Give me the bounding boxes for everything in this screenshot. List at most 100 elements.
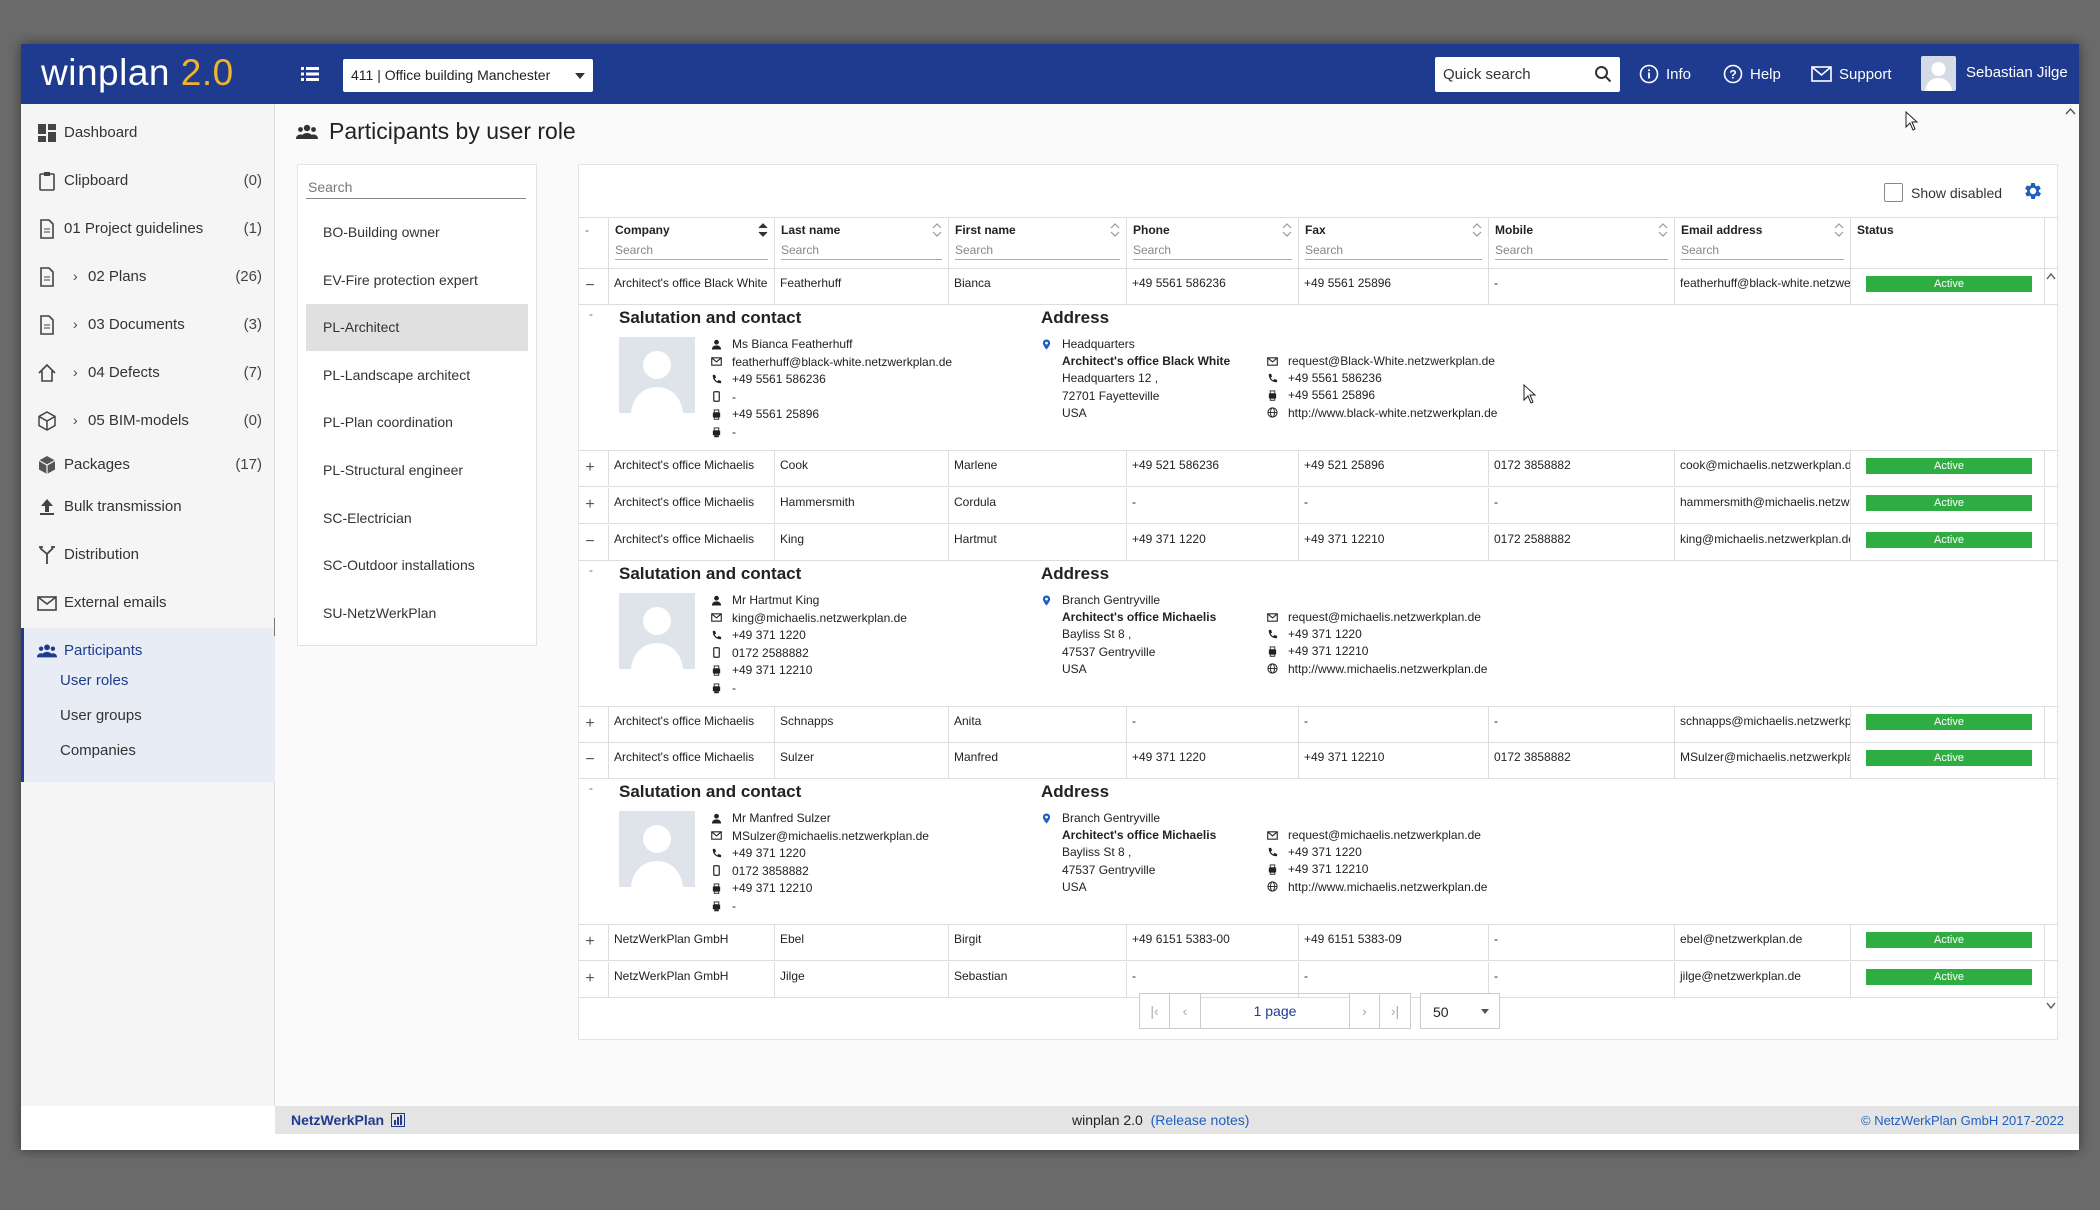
expand-row-button[interactable]: + bbox=[583, 496, 597, 514]
show-disabled-checkbox[interactable] bbox=[1884, 183, 1903, 202]
sort-icon[interactable] bbox=[932, 222, 942, 238]
list-menu-icon[interactable] bbox=[298, 62, 322, 86]
contact-line-text[interactable]: king@michaelis.netzwerkplan.de bbox=[732, 611, 907, 625]
support-button[interactable]: Support bbox=[1811, 62, 1892, 86]
avatar[interactable] bbox=[1921, 56, 1956, 91]
role-search-input[interactable]: Search bbox=[306, 173, 526, 199]
comm-line-text[interactable]: request@michaelis.netzwerkplan.de bbox=[1288, 828, 1481, 842]
column-header-first[interactable]: First name Search bbox=[949, 218, 1127, 270]
sidebar-item-external-emails[interactable]: External emails bbox=[21, 582, 275, 622]
detail-collapse-marker[interactable]: - bbox=[589, 781, 593, 795]
footer-brand[interactable]: NetzWerkPlan bbox=[291, 1112, 405, 1128]
table-row[interactable]: − Architect's office Michaelis Sulzer Manfr… bbox=[579, 743, 2057, 779]
contact-line-text[interactable]: featherhuff@black-white.netzwerkplan.de bbox=[732, 355, 952, 369]
sidebar-item-distribution[interactable]: Distribution bbox=[21, 534, 275, 574]
column-header-phone[interactable]: Phone Search bbox=[1127, 218, 1299, 270]
sidebar-item-project-guidelines[interactable]: 01 Project guidelines (1) bbox=[21, 208, 275, 248]
table-row[interactable]: + Architect's office Michaelis Schnapps Ani… bbox=[579, 707, 2057, 743]
table-scrollbar[interactable] bbox=[2045, 269, 2057, 1013]
sidebar-item-packages[interactable]: Packages (17) bbox=[21, 444, 275, 484]
column-header-mobile[interactable]: Mobile Search bbox=[1489, 218, 1675, 270]
column-search-input[interactable]: Search bbox=[1305, 243, 1482, 260]
chevron-right-icon[interactable]: › bbox=[73, 412, 78, 428]
column-header-company[interactable]: Company Search bbox=[609, 218, 775, 270]
gear-icon[interactable] bbox=[2022, 180, 2044, 202]
sort-icon[interactable] bbox=[1282, 222, 1292, 238]
role-item[interactable]: PL-Landscape architect bbox=[306, 352, 528, 399]
role-item[interactable]: SC-Outdoor installations bbox=[306, 542, 528, 589]
comm-line-text[interactable]: http://www.michaelis.netzwerkplan.de bbox=[1288, 662, 1487, 676]
expand-row-button[interactable]: + bbox=[583, 970, 597, 988]
sidebar-subitem-companies[interactable]: Companies bbox=[60, 742, 136, 759]
role-item[interactable]: PL-Plan coordination bbox=[306, 399, 528, 446]
role-item[interactable]: EV-Fire protection expert bbox=[306, 257, 528, 304]
sort-icon[interactable] bbox=[1110, 222, 1120, 238]
detail-collapse-marker[interactable]: - bbox=[589, 307, 593, 321]
table-row[interactable]: − Architect's office Black White Featherhu… bbox=[579, 269, 2057, 305]
page-size-select[interactable]: 50 bbox=[1420, 993, 1500, 1029]
expand-row-button[interactable]: + bbox=[583, 933, 597, 951]
sort-icon[interactable] bbox=[1472, 222, 1482, 238]
expand-row-button[interactable]: + bbox=[583, 715, 597, 733]
role-item[interactable]: PL-Structural engineer bbox=[306, 447, 528, 494]
collapse-row-button[interactable]: − bbox=[583, 277, 597, 295]
sort-icon[interactable] bbox=[1834, 222, 1844, 238]
column-search-input[interactable]: Search bbox=[1495, 243, 1668, 260]
contact-line-text[interactable]: MSulzer@michaelis.netzwerkplan.de bbox=[732, 829, 929, 843]
last-page-button[interactable]: ›| bbox=[1380, 993, 1411, 1029]
app-logo[interactable]: winplan 2.0 bbox=[41, 52, 234, 94]
quick-search-input[interactable]: Quick search bbox=[1435, 57, 1620, 92]
role-item[interactable]: BO-Building owner bbox=[306, 209, 528, 256]
sidebar-item-bulk-transmission[interactable]: Bulk transmission bbox=[21, 486, 275, 526]
sidebar-item-defects[interactable]: › 04 Defects (7) bbox=[21, 352, 275, 392]
help-button[interactable]: ? Help bbox=[1723, 62, 1781, 86]
table-row[interactable]: + NetzWerkPlan GmbH Ebel Birgit +49 6151 538… bbox=[579, 925, 2057, 961]
user-name[interactable]: Sebastian Jilge bbox=[1966, 64, 2068, 81]
first-page-button[interactable]: |‹ bbox=[1139, 993, 1170, 1029]
column-header-fax[interactable]: Fax Search bbox=[1299, 218, 1489, 270]
sort-icon[interactable] bbox=[1658, 222, 1668, 238]
sidebar-subitem-user-groups[interactable]: User groups bbox=[60, 707, 142, 724]
prev-page-button[interactable]: ‹ bbox=[1170, 993, 1201, 1029]
table-row[interactable]: − Architect's office Michaelis King Hartmut… bbox=[579, 525, 2057, 561]
role-item[interactable]: PL-Architect bbox=[306, 304, 528, 352]
column-header-email[interactable]: Email address Search bbox=[1675, 218, 1851, 270]
column-header-status[interactable]: Status bbox=[1851, 218, 2045, 270]
role-item[interactable]: SU-NetzWerkPlan bbox=[306, 590, 528, 637]
chevron-right-icon[interactable]: › bbox=[73, 268, 78, 284]
sidebar-item-dashboard[interactable]: Dashboard bbox=[21, 112, 275, 152]
sidebar-item-plans[interactable]: › 02 Plans (26) bbox=[21, 256, 275, 296]
comm-line-text[interactable]: http://www.black-white.netzwerkplan.de bbox=[1288, 406, 1497, 420]
role-item[interactable]: SC-Electrician bbox=[306, 495, 528, 542]
table-row[interactable]: + Architect's office Michaelis Cook Marlene… bbox=[579, 451, 2057, 487]
sidebar-item-bim-models[interactable]: › 05 BIM-models (0) bbox=[21, 400, 275, 440]
page-scrollbar[interactable] bbox=[2062, 104, 2079, 1134]
detail-collapse-marker[interactable]: - bbox=[589, 563, 593, 577]
table-row[interactable]: + Architect's office Michaelis Hammersmith… bbox=[579, 488, 2057, 524]
column-header-last[interactable]: Last name Search bbox=[775, 218, 949, 270]
comm-line-text[interactable]: request@Black-White.netzwerkplan.de bbox=[1288, 354, 1495, 368]
column-search-input[interactable]: Search bbox=[781, 243, 942, 260]
chevron-right-icon[interactable]: › bbox=[73, 364, 78, 380]
comm-line-text[interactable]: http://www.michaelis.netzwerkplan.de bbox=[1288, 880, 1487, 894]
expand-row-button[interactable]: + bbox=[583, 459, 597, 477]
show-disabled-toggle[interactable]: Show disabled bbox=[1884, 183, 2002, 202]
collapse-row-button[interactable]: − bbox=[583, 751, 597, 769]
info-button[interactable]: Info bbox=[1639, 62, 1691, 86]
sort-active-icon[interactable] bbox=[758, 222, 768, 238]
column-search-input[interactable]: Search bbox=[955, 243, 1120, 260]
column-search-input[interactable]: Search bbox=[1133, 243, 1292, 260]
sidebar-item-clipboard[interactable]: Clipboard (0) bbox=[21, 160, 275, 200]
sidebar-subitem-user-roles[interactable]: User roles bbox=[60, 672, 128, 689]
search-icon[interactable] bbox=[1594, 65, 1612, 83]
release-notes-link[interactable]: (Release notes) bbox=[1151, 1112, 1250, 1128]
project-select[interactable]: 411 | Office building Manchester bbox=[343, 59, 593, 92]
column-search-input[interactable]: Search bbox=[1681, 243, 1844, 260]
sidebar-item-documents[interactable]: › 03 Documents (3) bbox=[21, 304, 275, 344]
column-search-input[interactable]: Search bbox=[615, 243, 768, 260]
chevron-right-icon[interactable]: › bbox=[73, 316, 78, 332]
comm-line-text[interactable]: request@michaelis.netzwerkplan.de bbox=[1288, 610, 1481, 624]
sidebar-item-participants[interactable]: Participants bbox=[21, 630, 275, 670]
collapse-row-button[interactable]: − bbox=[583, 533, 597, 551]
next-page-button[interactable]: › bbox=[1349, 993, 1380, 1029]
